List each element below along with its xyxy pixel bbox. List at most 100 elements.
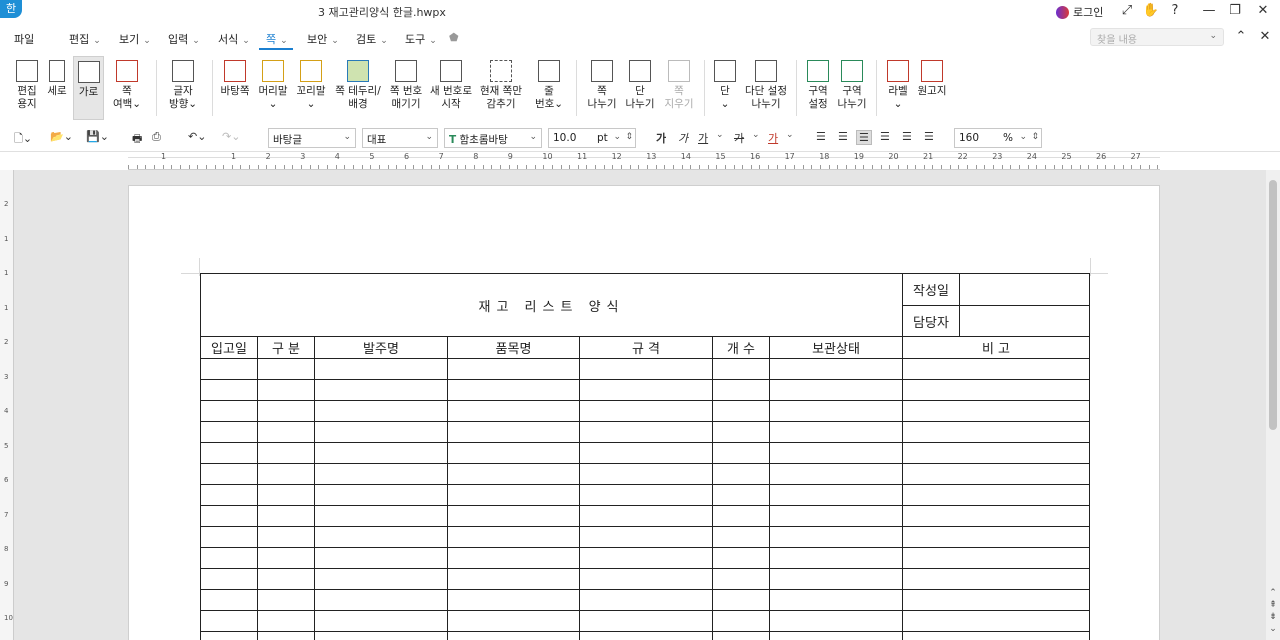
- page-number-button[interactable]: 쪽 번호 매기기: [386, 56, 426, 120]
- table-cell[interactable]: [902, 610, 1090, 632]
- table-cell[interactable]: [447, 568, 580, 590]
- table-cell[interactable]: [200, 379, 258, 401]
- column-break-button[interactable]: 단 나누기: [622, 56, 658, 120]
- table-cell[interactable]: [769, 358, 903, 380]
- table-cell[interactable]: [200, 505, 258, 527]
- prev-page-icon[interactable]: ⇞: [1268, 600, 1278, 610]
- print-icon[interactable]: 🖶: [132, 130, 142, 149]
- table-cell[interactable]: [579, 589, 713, 611]
- collapse-ribbon-icon[interactable]: ⌃: [1232, 29, 1250, 45]
- table-cell[interactable]: [200, 547, 258, 569]
- table-cell[interactable]: [579, 442, 713, 464]
- form-title[interactable]: 재고 리스트 양식: [200, 273, 903, 337]
- underline-button[interactable]: 가: [698, 130, 708, 146]
- table-cell[interactable]: [769, 484, 903, 506]
- table-cell[interactable]: [257, 547, 315, 569]
- table-cell[interactable]: [447, 589, 580, 611]
- table-cell[interactable]: [712, 631, 770, 640]
- table-cell[interactable]: [712, 526, 770, 548]
- table-cell[interactable]: [712, 505, 770, 527]
- table-cell[interactable]: [902, 358, 1090, 380]
- table-cell[interactable]: [447, 379, 580, 401]
- table-cell[interactable]: [579, 631, 713, 640]
- table-cell[interactable]: [902, 421, 1090, 443]
- table-cell[interactable]: [579, 484, 713, 506]
- horizontal-ruler[interactable]: 1 1 2 3 4 5 6 7 8 9 10 11 12 13 14 15 16 17 18 19 20 21 22 23 24…: [128, 152, 1160, 170]
- date-value-cell[interactable]: [959, 273, 1090, 306]
- table-cell[interactable]: [200, 400, 258, 422]
- footer-button[interactable]: 꼬리말 ⌄: [294, 56, 328, 120]
- table-cell[interactable]: [200, 631, 258, 640]
- bold-button[interactable]: 가: [656, 130, 666, 146]
- menu-tools[interactable]: 도구 ⌄: [405, 31, 437, 47]
- manager-value-cell[interactable]: [959, 305, 1090, 337]
- table-cell[interactable]: [257, 358, 315, 380]
- chevron-down-icon[interactable]: ⌄: [716, 130, 724, 140]
- table-cell[interactable]: [447, 610, 580, 632]
- page-margin-button[interactable]: 쪽 여백⌄: [108, 56, 146, 120]
- table-cell[interactable]: [257, 484, 315, 506]
- multi-column-button[interactable]: 다단 설정 나누기: [742, 56, 790, 120]
- menu-view[interactable]: 보기 ⌄: [119, 31, 151, 47]
- chevron-down-icon[interactable]: ⌄: [786, 130, 794, 140]
- new-doc-icon[interactable]: 🗋⌄: [14, 130, 32, 149]
- table-cell[interactable]: [902, 547, 1090, 569]
- table-cell[interactable]: [200, 421, 258, 443]
- table-cell[interactable]: [769, 610, 903, 632]
- table-cell[interactable]: [579, 568, 713, 590]
- header-cell[interactable]: 품목명: [447, 336, 580, 359]
- table-cell[interactable]: [257, 463, 315, 485]
- table-cell[interactable]: [579, 463, 713, 485]
- font-color-button[interactable]: 가: [768, 130, 778, 146]
- menu-format[interactable]: 서식 ⌄: [218, 31, 250, 47]
- line-number-button[interactable]: 줄 번호⌄: [530, 56, 568, 120]
- portrait-button[interactable]: 세로: [42, 56, 72, 120]
- table-cell[interactable]: [712, 400, 770, 422]
- table-cell[interactable]: [314, 379, 448, 401]
- header-cell[interactable]: 개 수: [712, 336, 770, 359]
- menu-review[interactable]: 검토 ⌄: [356, 31, 388, 47]
- page-break-button[interactable]: 쪽 나누기: [584, 56, 620, 120]
- manuscript-paper-button[interactable]: 원고지: [914, 56, 950, 120]
- spin-icon[interactable]: ⇕: [1031, 132, 1039, 142]
- table-cell[interactable]: [712, 421, 770, 443]
- align-left-icon[interactable]: ☰: [838, 130, 848, 143]
- table-cell[interactable]: [200, 568, 258, 590]
- header-cell[interactable]: 비 고: [902, 336, 1090, 359]
- header-cell[interactable]: 규 격: [579, 336, 713, 359]
- table-cell[interactable]: [314, 400, 448, 422]
- table-cell[interactable]: [257, 631, 315, 640]
- table-cell[interactable]: [769, 631, 903, 640]
- open-icon[interactable]: 📂⌄: [50, 130, 73, 143]
- table-cell[interactable]: [769, 505, 903, 527]
- label-button[interactable]: 라벨 ⌄: [882, 56, 914, 120]
- table-cell[interactable]: [902, 463, 1090, 485]
- table-cell[interactable]: [200, 442, 258, 464]
- next-page-icon[interactable]: ⇟: [1268, 612, 1278, 622]
- table-cell[interactable]: [769, 526, 903, 548]
- master-page-button[interactable]: 바탕쪽: [218, 56, 252, 120]
- table-cell[interactable]: [712, 610, 770, 632]
- table-cell[interactable]: [200, 358, 258, 380]
- close-doc-icon[interactable]: ✕: [1256, 29, 1274, 45]
- table-cell[interactable]: [200, 484, 258, 506]
- table-cell[interactable]: [447, 526, 580, 548]
- table-cell[interactable]: [769, 379, 903, 401]
- table-cell[interactable]: [712, 379, 770, 401]
- chevron-down-icon[interactable]: ⌄: [752, 130, 760, 140]
- table-cell[interactable]: [257, 568, 315, 590]
- table-cell[interactable]: [200, 463, 258, 485]
- table-cell[interactable]: [769, 589, 903, 611]
- table-cell[interactable]: [314, 547, 448, 569]
- delete-page-button[interactable]: 쪽 지우기: [660, 56, 698, 120]
- table-cell[interactable]: [314, 631, 448, 640]
- scroll-down-icon[interactable]: ⌄: [1268, 624, 1278, 634]
- table-cell[interactable]: [712, 358, 770, 380]
- table-cell[interactable]: [902, 484, 1090, 506]
- table-cell[interactable]: [257, 421, 315, 443]
- table-cell[interactable]: [902, 400, 1090, 422]
- table-cell[interactable]: [314, 358, 448, 380]
- font-select[interactable]: T 함초롬바탕 ⌄: [444, 128, 542, 148]
- table-cell[interactable]: [579, 421, 713, 443]
- spin-icon[interactable]: ⇕: [625, 132, 633, 142]
